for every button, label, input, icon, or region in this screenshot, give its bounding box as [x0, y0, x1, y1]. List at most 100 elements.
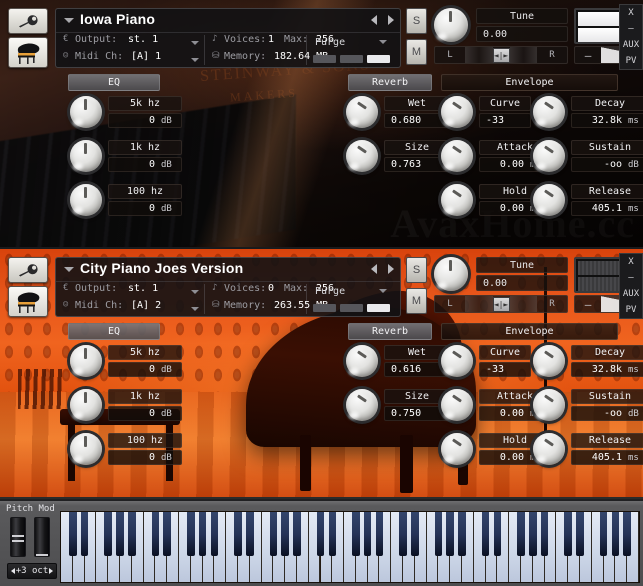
- octave-selector[interactable]: +3 oct: [7, 563, 57, 579]
- wrench-icon[interactable]: [8, 8, 48, 34]
- piano-black-key[interactable]: [69, 512, 77, 556]
- envelope-param-value[interactable]: -33: [486, 364, 504, 375]
- reverb-param-value[interactable]: 0.680: [391, 115, 421, 126]
- pan-track[interactable]: [465, 296, 493, 312]
- eq-band-knob[interactable]: [70, 345, 102, 377]
- piano-black-key[interactable]: [481, 512, 490, 556]
- envelope-param-value[interactable]: -33: [486, 115, 504, 126]
- tune-value[interactable]: 0.00: [476, 26, 568, 42]
- expand-caret-icon[interactable]: [64, 267, 74, 272]
- piano-black-key[interactable]: [529, 512, 537, 556]
- pv-button[interactable]: PV: [626, 302, 637, 318]
- piano-black-key[interactable]: [116, 512, 124, 556]
- piano-black-key[interactable]: [328, 512, 337, 556]
- volume-minus-label[interactable]: –: [575, 298, 601, 311]
- mute-button[interactable]: M: [406, 288, 427, 314]
- piano-black-key[interactable]: [186, 512, 195, 556]
- pan-handle[interactable]: ◄|►: [492, 47, 510, 63]
- eq-band-value[interactable]: 0: [149, 115, 155, 126]
- volume-minus-label[interactable]: –: [575, 49, 601, 62]
- piano-black-key[interactable]: [151, 512, 160, 556]
- solo-button[interactable]: S: [406, 8, 427, 34]
- piano-black-key[interactable]: [163, 512, 171, 556]
- envelope-knob[interactable]: [533, 389, 565, 421]
- close-icon[interactable]: X: [628, 5, 633, 21]
- eq-band-value[interactable]: 0: [149, 408, 155, 419]
- reverb-param-value[interactable]: 0.616: [391, 364, 421, 375]
- expand-caret-icon[interactable]: [64, 18, 74, 23]
- piano-black-key[interactable]: [399, 512, 407, 556]
- next-preset-icon[interactable]: [388, 264, 394, 274]
- tune-knob[interactable]: [434, 8, 468, 42]
- envelope-knob[interactable]: [533, 184, 565, 216]
- pan-track-right[interactable]: [509, 296, 537, 312]
- piano-black-key[interactable]: [446, 512, 455, 556]
- piano-black-key[interactable]: [210, 512, 219, 556]
- piano-black-key[interactable]: [458, 512, 466, 556]
- piano-black-key[interactable]: [411, 512, 419, 556]
- envelope-param-value[interactable]: 0.00: [500, 408, 524, 419]
- midi-value[interactable]: [A] 2: [131, 300, 161, 311]
- envelope-param-value[interactable]: 0.00: [500, 159, 524, 170]
- envelope-param-value[interactable]: 405.1: [592, 203, 622, 214]
- envelope-param-value[interactable]: 0.00: [500, 203, 524, 214]
- midi-value[interactable]: [A] 1: [131, 51, 161, 62]
- virtual-keyboard[interactable]: [60, 511, 640, 583]
- eq-band-value[interactable]: 0: [149, 203, 155, 214]
- envelope-knob[interactable]: [533, 345, 565, 377]
- next-preset-icon[interactable]: [388, 15, 394, 25]
- piano-black-key[interactable]: [363, 512, 372, 556]
- envelope-knob[interactable]: [441, 96, 473, 128]
- solo-button[interactable]: S: [406, 257, 427, 283]
- envelope-knob[interactable]: [533, 433, 565, 465]
- instrument-2-name[interactable]: City Piano Joes Version: [80, 260, 243, 276]
- envelope-knob[interactable]: [533, 140, 565, 172]
- piano-black-key[interactable]: [281, 512, 289, 556]
- piano-black-key[interactable]: [234, 512, 242, 556]
- envelope-param-value[interactable]: 405.1: [592, 452, 622, 463]
- purge-control[interactable]: Purge: [309, 33, 399, 68]
- output-dropdown-icon[interactable]: [191, 290, 199, 294]
- eq-band-value[interactable]: 0: [149, 159, 155, 170]
- reverb-param-value[interactable]: 0.763: [391, 159, 421, 170]
- prev-preset-icon[interactable]: [371, 264, 377, 274]
- eq-band-knob[interactable]: [70, 140, 102, 172]
- reverb-knob[interactable]: [346, 96, 378, 128]
- output-dropdown-icon[interactable]: [191, 41, 199, 45]
- tune-value[interactable]: 0.00: [476, 275, 568, 291]
- mod-wheel[interactable]: [34, 517, 50, 557]
- minimize-icon[interactable]: —: [628, 270, 633, 286]
- envelope-knob[interactable]: [441, 140, 473, 172]
- envelope-param-value[interactable]: 0.00: [500, 452, 524, 463]
- tune-knob[interactable]: [434, 257, 468, 291]
- piano-black-key[interactable]: [104, 512, 112, 556]
- purge-dropdown-icon[interactable]: [379, 289, 387, 293]
- purge-control[interactable]: Purge: [309, 282, 399, 317]
- octave-up-icon[interactable]: [48, 568, 53, 574]
- piano-black-key[interactable]: [517, 512, 525, 556]
- eq-band-knob[interactable]: [70, 96, 102, 128]
- octave-down-icon[interactable]: [11, 568, 15, 574]
- piano-black-key[interactable]: [269, 512, 278, 556]
- mute-button[interactable]: M: [406, 39, 427, 65]
- eq-band-knob[interactable]: [70, 389, 102, 421]
- piano-black-key[interactable]: [540, 512, 549, 556]
- eq-band-value[interactable]: 0: [149, 364, 155, 375]
- envelope-param-value[interactable]: 32.8k: [592, 115, 622, 126]
- eq-band-knob[interactable]: [70, 433, 102, 465]
- close-icon[interactable]: X: [628, 254, 633, 270]
- piano-black-key[interactable]: [611, 512, 620, 556]
- reverb-knob[interactable]: [346, 140, 378, 172]
- envelope-param-value[interactable]: 32.8k: [592, 364, 622, 375]
- envelope-knob[interactable]: [441, 184, 473, 216]
- pan-handle[interactable]: ◄|►: [492, 296, 510, 312]
- aux-button[interactable]: AUX: [623, 286, 639, 302]
- piano-black-key[interactable]: [245, 512, 254, 556]
- reverb-knob[interactable]: [346, 345, 378, 377]
- piano-black-key[interactable]: [564, 512, 572, 556]
- piano-black-key[interactable]: [375, 512, 384, 556]
- piano-black-key[interactable]: [198, 512, 207, 556]
- piano-black-key[interactable]: [576, 512, 584, 556]
- piano-black-key[interactable]: [493, 512, 502, 556]
- eq-band-knob[interactable]: [70, 184, 102, 216]
